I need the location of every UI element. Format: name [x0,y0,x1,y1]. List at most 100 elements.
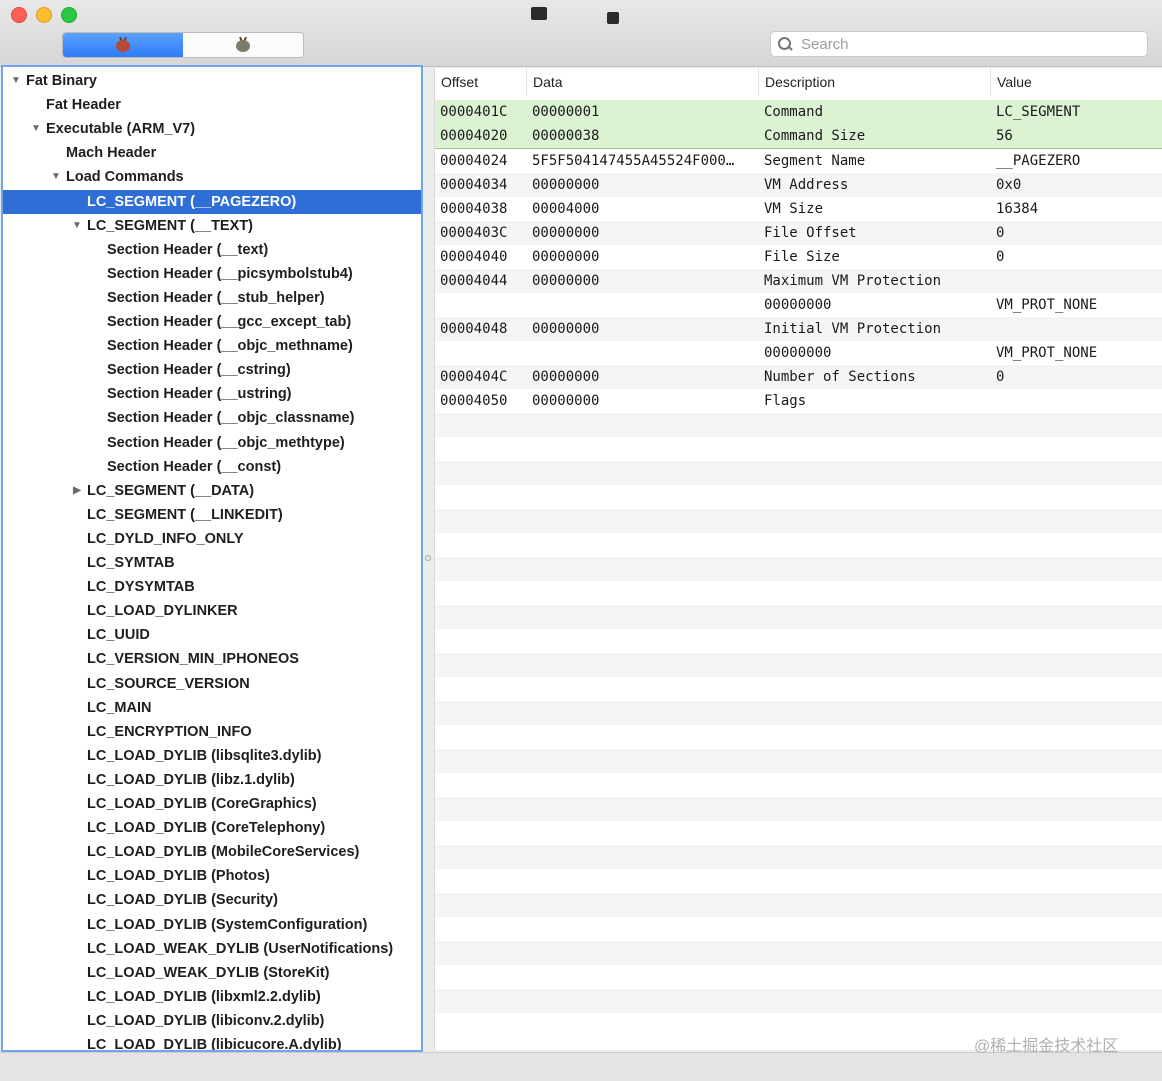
tree-item[interactable]: Section Header (__ustring) [3,382,421,406]
bug-icon [113,36,133,53]
tree-item[interactable]: Section Header (__stub_helper) [3,286,421,310]
tree-item[interactable]: LC_DYLD_INFO_ONLY [3,527,421,551]
empty-table-row [435,485,1162,509]
disclosure-collapsed-icon[interactable]: ▶ [71,479,83,503]
tree-item[interactable]: LC_LOAD_DYLIB (SystemConfiguration) [3,913,421,937]
tree-item[interactable]: LC_MAIN [3,696,421,720]
tree-item[interactable]: LC_LOAD_DYLIB (CoreTelephony) [3,816,421,840]
tree-item[interactable]: ▼ Executable (ARM_V7) [3,117,421,141]
tree-item-label: LC_ENCRYPTION_INFO [87,723,252,740]
table-row[interactable]: 0000401C 00000001 Command LC_SEGMENT [435,100,1162,124]
empty-table-row [435,917,1162,941]
view-mode-segmented-control [62,32,304,58]
empty-table-row [435,533,1162,557]
tree-item[interactable]: LC_LOAD_DYLIB (libicucore.A.dylib) [3,1033,421,1050]
table-row[interactable]: 00004038 00004000 VM Size 16384 [435,197,1162,221]
tree-item[interactable]: LC_LOAD_DYLIB (Security) [3,888,421,912]
cell-offset: 0000401C [440,104,508,120]
search-input[interactable] [799,32,1147,56]
tree-item[interactable]: Mach Header [3,141,421,165]
cell-desc: Initial VM Protection [764,321,942,337]
tree-item[interactable]: Section Header (__const) [3,455,421,479]
column-header-data[interactable]: Data [527,68,759,96]
disclosure-expanded-icon[interactable]: ▼ [10,69,22,93]
empty-table-row [435,629,1162,653]
tree-item[interactable]: LC_VERSION_MIN_IPHONEOS [3,647,421,671]
table-row[interactable]: 00000000 VM_PROT_NONE [435,293,1162,317]
cell-data: 00000000 [532,249,600,265]
cell-offset: 00004020 [440,128,508,144]
tree-item[interactable]: LC_LOAD_DYLIB (libxml2.2.dylib) [3,985,421,1009]
tree-item[interactable]: ▶ LC_SEGMENT (__DATA) [3,479,421,503]
tree-item[interactable]: LC_LOAD_DYLIB (MobileCoreServices) [3,840,421,864]
table-row[interactable]: 00004040 00000000 File Size 0 [435,245,1162,269]
tree-item[interactable]: ▼ Load Commands [3,165,421,189]
tree-item[interactable]: Section Header (__text) [3,238,421,262]
tree-item[interactable]: ▼ LC_SEGMENT (__TEXT) [3,214,421,238]
table-row[interactable]: 00004044 00000000 Maximum VM Protection [435,269,1162,293]
disclosure-expanded-icon[interactable]: ▼ [30,117,42,141]
tree-item[interactable]: LC_SYMTAB [3,551,421,575]
tree-item-label: LC_MAIN [87,699,152,716]
tree-item[interactable]: Section Header (__picsymbolstub4) [3,262,421,286]
disclosure-expanded-icon[interactable]: ▼ [71,214,83,238]
tree-item[interactable]: LC_LOAD_DYLIB (libsqlite3.dylib) [3,744,421,768]
tree-item[interactable]: LC_LOAD_DYLINKER [3,599,421,623]
tree-item[interactable]: Section Header (__objc_classname) [3,406,421,430]
tree-item[interactable]: LC_LOAD_DYLIB (CoreGraphics) [3,792,421,816]
table-row[interactable]: 00004050 00000000 Flags [435,389,1162,413]
tree-item[interactable]: LC_SEGMENT (__LINKEDIT) [3,503,421,527]
cell-offset: 00004024 [440,153,508,169]
tree-item[interactable]: LC_SOURCE_VERSION [3,672,421,696]
tree-item-label: LC_LOAD_DYLIB (libz.1.dylib) [87,771,295,788]
table-row[interactable]: 0000404C 00000000 Number of Sections 0 [435,365,1162,389]
tree-item-label: LC_DYLD_INFO_ONLY [87,530,244,547]
column-header-value[interactable]: Value [991,68,1162,96]
table-row[interactable]: 00004024 5F5F504147455A45524F000… Segment … [435,149,1162,173]
document-proxy-icon [607,12,619,24]
disclosure-expanded-icon[interactable]: ▼ [50,165,62,189]
table-row[interactable]: 00000000 VM_PROT_NONE [435,341,1162,365]
cell-desc: File Size [764,249,840,265]
tree-item[interactable]: ▼ Fat Binary [3,69,421,93]
table-row[interactable]: 00004048 00000000 Initial VM Protection [435,317,1162,341]
tree-item[interactable]: LC_LOAD_DYLIB (libz.1.dylib) [3,768,421,792]
tree-item[interactable]: LC_UUID [3,623,421,647]
column-header-offset[interactable]: Offset [435,68,527,96]
tree-item[interactable]: LC_LOAD_WEAK_DYLIB (UserNotifications) [3,937,421,961]
tree-item-label: Section Header (__gcc_except_tab) [107,314,352,330]
close-window-button[interactable] [11,7,27,23]
tree-item-label: LC_LOAD_DYLIB (libiconv.2.dylib) [87,1012,325,1029]
split-view-divider[interactable] [425,555,431,561]
raw-view-button[interactable] [63,33,183,57]
tree-item[interactable]: Section Header (__objc_methname) [3,334,421,358]
cell-offset: 00004048 [440,321,508,337]
table-row[interactable]: 00004034 00000000 VM Address 0x0 [435,173,1162,197]
tree-item[interactable]: Fat Header [3,93,421,117]
minimize-window-button[interactable] [36,7,52,23]
tree-item[interactable]: LC_LOAD_WEAK_DYLIB (StoreKit) [3,961,421,985]
column-header-description[interactable]: Description [759,68,991,96]
tree-item-label: LC_UUID [87,627,150,644]
tree-item[interactable]: LC_SEGMENT (__PAGEZERO) [3,189,421,214]
tree-item-label: LC_LOAD_DYLIB (MobileCoreServices) [87,844,360,861]
tree-item[interactable]: LC_LOAD_DYLIB (libiconv.2.dylib) [3,1009,421,1033]
tree-item[interactable]: LC_DYSYMTAB [3,575,421,599]
tree-item[interactable]: LC_LOAD_DYLIB (Photos) [3,864,421,888]
tree-item[interactable]: Section Header (__gcc_except_tab) [3,310,421,334]
empty-table-row [435,725,1162,749]
table-row[interactable]: 0000403C 00000000 File Offset 0 [435,221,1162,245]
tree-item-label: Section Header (__objc_classname) [107,410,355,427]
structure-outline[interactable]: ▼ Fat Binary Fat Header ▼ Executable (ARM_V7… [1,65,423,1052]
tree-item[interactable]: Section Header (__objc_methtype) [3,431,421,455]
table-row[interactable]: 00004020 00000038 Command Size 56 [435,124,1162,149]
zoom-window-button[interactable] [61,7,77,23]
tree-item[interactable]: LC_ENCRYPTION_INFO [3,720,421,744]
cell-value: 56 [996,128,1013,144]
cell-offset: 0000403C [440,225,508,241]
search-field [770,31,1148,57]
cell-value: 0x0 [996,177,1022,193]
rva-view-button[interactable] [183,33,303,57]
tree-item-label: LC_SOURCE_VERSION [87,675,250,692]
tree-item[interactable]: Section Header (__cstring) [3,358,421,382]
